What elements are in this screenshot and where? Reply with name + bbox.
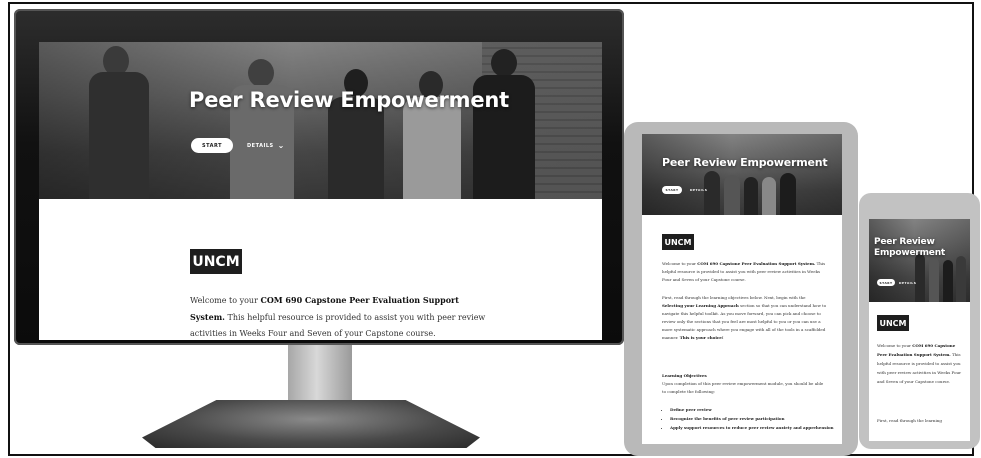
tablet-screen: Peer Review Empowerment START DETAILS UN… <box>642 134 842 444</box>
tablet-instructions-text: First, read through the learning objecti… <box>662 295 827 340</box>
desktop-monitor: Peer Review Empowerment START DETAILS ⌄ … <box>14 9 624 345</box>
phone-hero-person-4 <box>956 256 966 302</box>
list-item: Recognize the benefits of peer review pa… <box>670 414 835 423</box>
hero-person-2 <box>224 59 300 199</box>
tablet-hero-person-4 <box>762 177 776 215</box>
welcome-text: Welcome to your COM 690 Capstone Peer Ev… <box>190 295 486 338</box>
tablet-hero-title: Peer Review Empowerment <box>662 156 828 169</box>
tablet-objectives-heading: Learning Objectives <box>662 373 707 378</box>
phone-welcome-text: Welcome to your COM 690 Capstone Peer Ev… <box>877 343 961 384</box>
details-label: DETAILS <box>247 142 274 149</box>
phone-hero-person-2 <box>929 258 939 302</box>
start-button[interactable]: START <box>191 138 233 153</box>
phone-hero-person-3 <box>943 260 953 302</box>
details-button[interactable]: DETAILS ⌄ <box>247 139 285 152</box>
tablet-objectives-intro: Upon completion of this peer review empo… <box>662 381 824 394</box>
tablet-hero-person-5 <box>780 173 796 215</box>
hero-title: Peer Review Empowerment <box>189 88 509 112</box>
tablet-hero-person-3 <box>744 177 758 215</box>
list-item: Define peer review <box>670 405 835 414</box>
tablet-uncm-logo: UNCM <box>662 234 694 250</box>
phone-details-label: DETAILS <box>899 280 917 285</box>
tablet-details-label: DETAILS <box>690 188 708 192</box>
phone-device: Peer Review Empowerment START DETAILS UN… <box>859 193 980 449</box>
hero-banner: Peer Review Empowerment START DETAILS ⌄ <box>39 42 602 199</box>
monitor-stand-neck <box>288 345 352 409</box>
phone-hero-banner: Peer Review Empowerment START DETAILS <box>869 219 970 302</box>
phone-hero-person-1 <box>915 254 925 302</box>
tablet-welcome-text: Welcome to your COM 690 Capstone Peer Ev… <box>662 261 826 282</box>
desktop-screen: Peer Review Empowerment START DETAILS ⌄ … <box>39 42 602 340</box>
phone-instructions-text: First, read through the learning <box>877 418 942 423</box>
tablet-details-button[interactable]: DETAILS <box>690 186 707 194</box>
phone-screen: Peer Review Empowerment START DETAILS UN… <box>869 219 970 441</box>
hero-person-1 <box>89 42 149 199</box>
tablet-hero-person-2 <box>724 175 740 215</box>
tablet-start-button[interactable]: START <box>662 186 682 194</box>
tablet-device: Peer Review Empowerment START DETAILS UN… <box>624 122 858 456</box>
list-item: Apply support resources to reduce peer r… <box>670 423 835 432</box>
phone-uncm-logo: UNCM <box>877 315 909 331</box>
phone-details-button[interactable]: DETAILS <box>899 279 916 286</box>
uncm-logo: UNCM <box>190 249 242 274</box>
tablet-objectives-list: Define peer review Recognize the benefit… <box>662 405 835 432</box>
phone-hero-title: Peer Review Empowerment <box>874 237 945 258</box>
phone-start-button[interactable]: START <box>877 279 895 286</box>
chevron-down-icon: ⌄ <box>277 140 285 150</box>
hero-person-5 <box>469 49 539 199</box>
tablet-hero-banner: Peer Review Empowerment START DETAILS <box>642 134 842 215</box>
